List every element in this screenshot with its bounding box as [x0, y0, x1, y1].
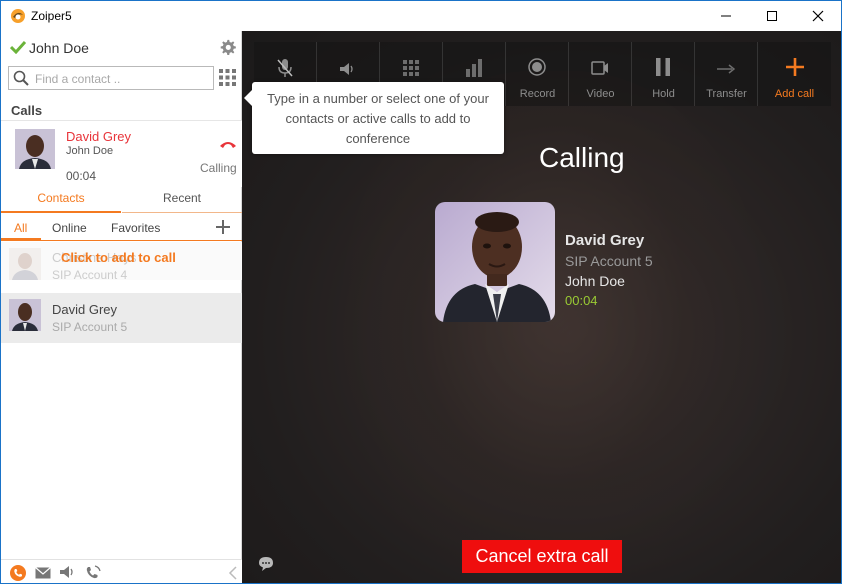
phone-icon[interactable]	[10, 565, 26, 581]
tooltip-text: Type in a number or select one of your c…	[267, 91, 489, 146]
peer-name: David Grey	[565, 232, 645, 249]
avatar	[15, 129, 55, 169]
signal-bars-icon	[466, 59, 482, 77]
minimize-button[interactable]	[703, 1, 749, 31]
main-tabs: Contacts Recent	[1, 187, 242, 213]
avatar	[9, 299, 41, 331]
search-icon	[13, 70, 29, 86]
collapse-panel-icon[interactable]	[228, 566, 238, 580]
peer-avatar	[435, 202, 555, 322]
title-bar: Zoiper5	[1, 1, 841, 31]
mail-icon[interactable]	[35, 567, 51, 579]
peer-account: SIP Account 5	[565, 253, 653, 269]
calls-header: Calls	[11, 103, 43, 118]
search-input[interactable]	[35, 70, 211, 87]
hold-button[interactable]: Hold	[632, 42, 695, 106]
avatar-photo	[9, 299, 41, 331]
pause-icon	[656, 58, 670, 76]
record-icon	[528, 58, 546, 76]
microphone-muted-icon	[277, 59, 293, 77]
video-button[interactable]: Video	[569, 42, 632, 106]
video-label: Video	[586, 88, 615, 100]
dialpad-icon	[403, 60, 419, 76]
own-account-name: John Doe	[565, 273, 625, 289]
tab-recent[interactable]: Recent	[122, 187, 242, 213]
contact-list-item[interactable]: David Grey SIP Account 5	[1, 293, 242, 343]
transfer-button[interactable]: Transfer	[695, 42, 758, 106]
call-timer: 00:04	[66, 169, 97, 183]
active-call-item[interactable]: David Grey John Doe 00:04 Calling	[1, 121, 242, 187]
app-window: Zoiper5 John Doe Find a contact .. Calls…	[0, 0, 842, 584]
cancel-extra-call-button[interactable]: Cancel extra call	[462, 540, 622, 573]
speaker-icon	[340, 63, 353, 75]
chat-icon[interactable]	[258, 556, 274, 572]
add-contact-icon[interactable]	[215, 219, 231, 235]
bottom-nav	[1, 559, 242, 583]
zoiper-logo-icon	[11, 9, 25, 23]
avatar	[9, 248, 41, 280]
call-contact-name: David Grey	[66, 129, 132, 144]
add-call-tooltip: Type in a number or select one of your c…	[244, 82, 504, 154]
tab-all[interactable]: All	[14, 221, 27, 235]
account-name: John Doe	[29, 40, 89, 56]
tab-online[interactable]: Online	[52, 221, 87, 235]
avatar-photo	[9, 248, 41, 280]
add-call-label: Add call	[774, 88, 815, 100]
speaker-icon[interactable]	[59, 565, 77, 579]
minimize-icon	[721, 15, 731, 17]
hold-label: Hold	[652, 88, 675, 100]
record-button[interactable]: Record	[506, 42, 569, 106]
call-duration: 00:04	[565, 293, 598, 308]
contact-name: David Grey	[52, 302, 118, 317]
contact-account: SIP Account 5	[52, 320, 128, 334]
transfer-label: Transfer	[706, 88, 747, 100]
call-history-icon[interactable]	[85, 565, 101, 581]
record-label: Record	[519, 88, 556, 100]
video-camera-icon	[591, 61, 608, 75]
contact-list-item[interactable]: Christine Hays SIP Account 4 Click to ad…	[1, 242, 242, 282]
left-panel: John Doe Calls	[1, 31, 242, 583]
transfer-arrow-icon	[717, 64, 735, 74]
tab-favorites[interactable]: Favorites	[111, 221, 160, 235]
maximize-button[interactable]	[749, 1, 795, 31]
call-account: John Doe	[66, 145, 114, 157]
plus-icon	[785, 58, 804, 76]
call-status: Calling	[200, 161, 237, 175]
contact-filter-tabs: All Online Favorites	[1, 217, 242, 241]
check-icon	[10, 40, 26, 54]
close-icon	[812, 10, 824, 22]
close-button[interactable]	[795, 1, 841, 31]
gear-icon[interactable]	[219, 39, 236, 56]
avatar-photo	[15, 129, 55, 169]
contact-account: SIP Account 4	[52, 268, 128, 282]
window-title: Zoiper5	[31, 9, 72, 23]
search-box[interactable]	[8, 66, 214, 90]
hangup-icon[interactable]	[219, 139, 237, 149]
tab-contacts[interactable]: Contacts	[1, 187, 121, 213]
maximize-icon	[767, 11, 777, 21]
account-row[interactable]: John Doe	[1, 31, 242, 63]
dialpad-icon[interactable]	[219, 69, 236, 86]
call-state-title: Calling	[539, 142, 625, 173]
tab-all-indicator	[1, 238, 41, 240]
add-to-call-hint: Click to add to call	[61, 250, 176, 265]
add-call-button[interactable]: Add call	[758, 42, 831, 106]
peer-avatar-photo	[435, 202, 555, 322]
